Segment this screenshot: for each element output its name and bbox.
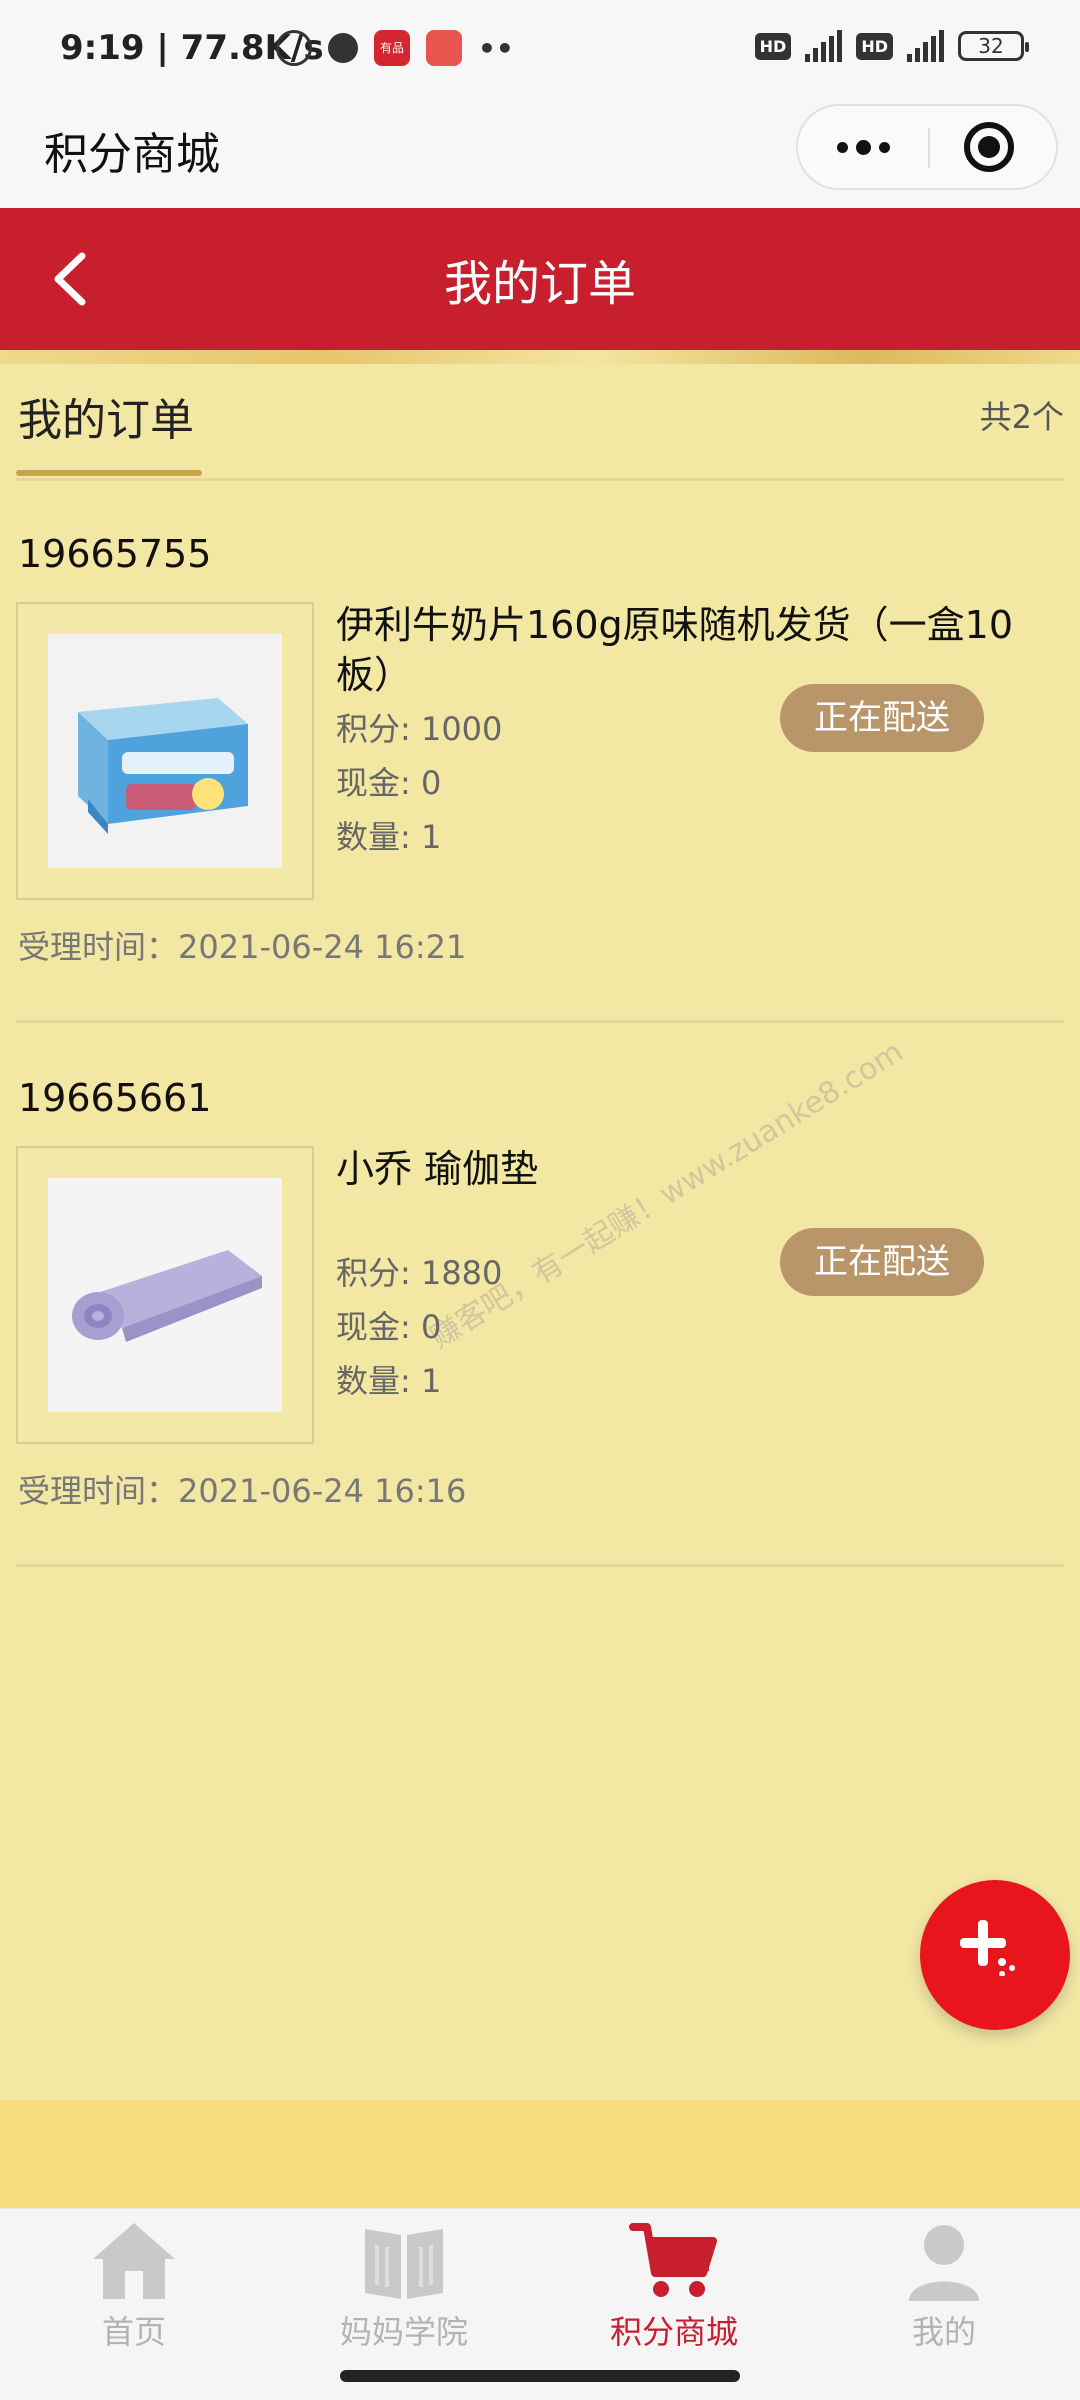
home-icon [93,2223,175,2299]
nav-home[interactable]: 首页 [34,2219,234,2353]
more-options-icon[interactable] [798,106,928,188]
cart-icon [629,2223,717,2297]
delivery-status-button[interactable]: 正在配送 [780,684,984,752]
page-title: 我的订单 [443,256,636,312]
quantity-value: 数量: 1 [336,818,442,856]
capsule-menu [796,104,1058,190]
bottom-band [0,2100,1080,2208]
hd-badge: HD [754,32,792,60]
status-bar: 9:19 | 77.8K/s 有品 •• HD HD 32 [0,0,1080,100]
user-icon [909,2225,979,2301]
youpin-app-icon: 有品 [374,30,410,66]
accepted-time: 受理时间：2021-06-24 16:21 [18,928,467,966]
points-value: 积分: 1000 [336,710,503,748]
alarm-icon [276,30,312,66]
app-notification-icon [328,33,358,63]
nav-mom-academy[interactable]: 妈妈学院 [304,2219,504,2353]
cash-value: 现金: 0 [336,764,442,802]
nav-me[interactable]: 我的 [844,2219,1044,2353]
nav-label: 妈妈学院 [339,2313,468,2351]
more-notifications-icon: •• [478,31,514,65]
plus-icon [960,1920,1015,1976]
yoga-mat-image [48,1178,282,1412]
clock-text: 9:19 [60,28,145,68]
section-divider [16,478,1064,481]
nav-label: 积分商城 [609,2313,738,2351]
order-number: 19665661 [18,1076,212,1120]
page-header: 我的订单 [0,208,1080,350]
product-image-frame[interactable] [16,1146,314,1444]
order-count: 共2个 [979,398,1064,436]
floating-add-button[interactable] [920,1880,1070,2030]
battery-icon: 32 [958,31,1029,61]
tab-my-orders[interactable]: 我的订单 [18,384,194,448]
capsule-divider [928,128,930,168]
quantity-value: 数量: 1 [336,1362,442,1400]
nav-label: 我的 [911,2313,976,2351]
close-mini-program-icon[interactable] [964,122,1014,172]
product-image-frame[interactable] [16,602,314,900]
mini-program-bar: 积分商城 [0,100,1080,208]
system-indicators: HD HD 32 [754,30,1029,62]
signal-icon [805,30,843,62]
order-number: 19665755 [18,532,212,576]
hd-badge-2: HD [856,32,893,60]
nav-label: 首页 [101,2313,166,2351]
tab-active-indicator [16,470,202,476]
order-divider [16,1020,1064,1023]
mini-program-title: 积分商城 [44,129,220,180]
accepted-time: 受理时间：2021-06-24 16:16 [18,1472,467,1510]
decorative-gold-strip [0,350,1080,364]
pig-app-icon [426,30,462,66]
signal-icon-2 [907,30,944,62]
home-indicator[interactable] [340,2370,740,2382]
product-image [48,1178,282,1412]
product-image [48,634,282,868]
book-icon [365,2229,443,2299]
delivery-status-button[interactable]: 正在配送 [780,1228,984,1296]
order-divider [16,1564,1064,1567]
nav-points-mall[interactable]: 积分商城 [574,2219,774,2353]
milk-tablet-box-image [48,634,282,868]
notification-icons: 有品 •• [276,30,514,66]
